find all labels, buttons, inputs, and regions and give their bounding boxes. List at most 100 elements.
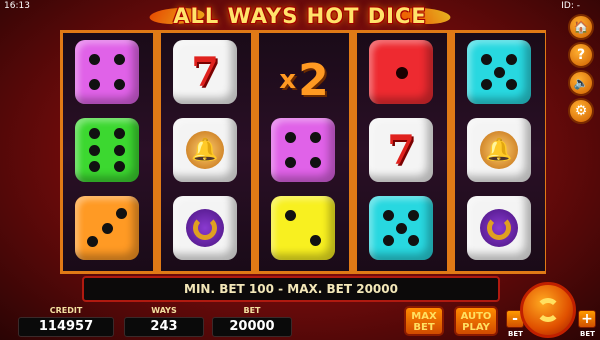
dice-pip xyxy=(89,161,100,172)
credit-display: CREDIT 114957 xyxy=(18,306,114,338)
help-icon: ? xyxy=(576,47,586,63)
dice-pip xyxy=(89,79,100,90)
reel-5: 🔔 xyxy=(455,33,545,271)
auto-play-label-1: AUTO xyxy=(460,311,492,322)
dice-face: 🔔 xyxy=(173,118,237,182)
seven-icon: 7 xyxy=(173,40,237,104)
credit-value: 114957 xyxy=(18,317,114,337)
reel-3: x2 xyxy=(259,33,349,271)
dice-pip xyxy=(493,66,505,78)
reel-symbol: 🔔 xyxy=(173,118,239,184)
ways-display: WAYS 243 xyxy=(124,306,204,338)
dice-pip xyxy=(408,235,419,246)
dice-face xyxy=(271,118,335,182)
bet-increase-label: BET xyxy=(580,330,595,338)
dice-pip xyxy=(101,222,113,234)
dice-pip xyxy=(116,208,127,219)
reel-symbol: 7 xyxy=(173,40,239,106)
dice-face: 7 xyxy=(173,40,237,104)
dice-face xyxy=(75,196,139,260)
dice-face xyxy=(75,118,139,182)
auto-play-button[interactable]: AUTO PLAY xyxy=(454,306,498,336)
dice-face xyxy=(271,196,335,260)
bell-icon: 🔔 xyxy=(467,118,531,182)
player-id: ID: - xyxy=(561,1,580,11)
reel-symbol xyxy=(173,196,239,262)
dice-face xyxy=(369,40,433,104)
multiplier-symbol: x2 xyxy=(259,40,349,120)
dice-pip xyxy=(114,161,125,172)
ways-label: WAYS xyxy=(151,306,177,315)
reel-symbol xyxy=(271,118,337,184)
bet-display: BET 20000 xyxy=(212,306,292,338)
game-title-banner: ALL WAYS HOT DICE xyxy=(145,2,455,30)
reel-symbol: x2 xyxy=(259,40,349,106)
dice-pip xyxy=(310,157,321,168)
reel-symbol xyxy=(467,40,533,106)
reel-4: 7 xyxy=(357,33,447,271)
seven-glyph: 7 xyxy=(191,48,219,96)
settings-button[interactable]: ⚙ xyxy=(568,98,594,124)
dice-face xyxy=(173,196,237,260)
bet-decrease-label: BET xyxy=(508,330,523,338)
dice-pip xyxy=(285,210,296,221)
bet-label: BET xyxy=(243,306,261,315)
spin-button[interactable] xyxy=(520,282,576,338)
dice-face xyxy=(467,196,531,260)
dice-face: 7 xyxy=(369,118,433,182)
dice-pip xyxy=(310,235,321,246)
home-icon: 🏠 xyxy=(573,20,589,34)
dice-pip xyxy=(481,79,492,90)
multiplier-x: x xyxy=(279,65,297,95)
dice-pip xyxy=(114,128,125,139)
dice-pip xyxy=(114,79,125,90)
seven-glyph: 7 xyxy=(387,126,415,174)
reel-symbol: 7 xyxy=(369,118,435,184)
bell-icon: 🔔 xyxy=(173,118,237,182)
max-bet-button[interactable]: MAX BET xyxy=(404,306,444,336)
speaker-icon: 🔈 xyxy=(573,76,589,90)
multiplier-value: 2 xyxy=(298,54,329,106)
reel-symbol xyxy=(75,40,141,106)
dice-face xyxy=(467,40,531,104)
dice-pip xyxy=(506,54,517,65)
bell-glyph: 🔔 xyxy=(485,137,513,163)
reel-symbol xyxy=(369,196,435,262)
dice-pip xyxy=(114,144,125,156)
reel-symbol xyxy=(467,196,533,262)
dice-pip xyxy=(114,54,125,65)
dice-face xyxy=(369,196,433,260)
gear-icon: ⚙ xyxy=(574,103,588,119)
dice-pip xyxy=(285,132,296,143)
dice-pip xyxy=(310,132,321,143)
reel-symbol xyxy=(75,118,141,184)
home-button[interactable]: 🏠 xyxy=(568,14,594,40)
bet-value: 20000 xyxy=(212,317,292,337)
dice-pip xyxy=(506,79,517,90)
dice-pip xyxy=(89,144,100,156)
refresh-arrows-icon xyxy=(536,298,560,322)
help-button[interactable]: ? xyxy=(568,42,594,68)
dice-pip xyxy=(89,128,100,139)
horseshoe-glyph xyxy=(487,216,511,240)
bet-increase-button[interactable]: + xyxy=(578,310,596,328)
horseshoe-icon xyxy=(467,196,531,260)
ways-value: 243 xyxy=(124,317,204,337)
reels-frame: 7 🔔 x 2 7 🔔 xyxy=(60,30,546,274)
sound-button[interactable]: 🔈 xyxy=(568,70,594,96)
dice-face: 🔔 xyxy=(467,118,531,182)
control-panel: CREDIT 114957 WAYS 243 BET 20000 MAX BET… xyxy=(0,300,600,340)
reel-symbol: 🔔 xyxy=(467,118,533,184)
dice-pip xyxy=(285,157,296,168)
game-title: ALL WAYS HOT DICE xyxy=(173,4,427,28)
dice-face xyxy=(75,40,139,104)
horseshoe-glyph xyxy=(193,216,217,240)
dice-pip xyxy=(383,210,394,221)
dice-pip xyxy=(408,210,419,221)
clock: 16:13 xyxy=(4,1,30,11)
auto-play-label-2: PLAY xyxy=(462,322,490,333)
dice-pip xyxy=(89,54,100,65)
dice-pip xyxy=(395,222,407,234)
reel-symbol xyxy=(75,196,141,262)
horseshoe-icon xyxy=(173,196,237,260)
